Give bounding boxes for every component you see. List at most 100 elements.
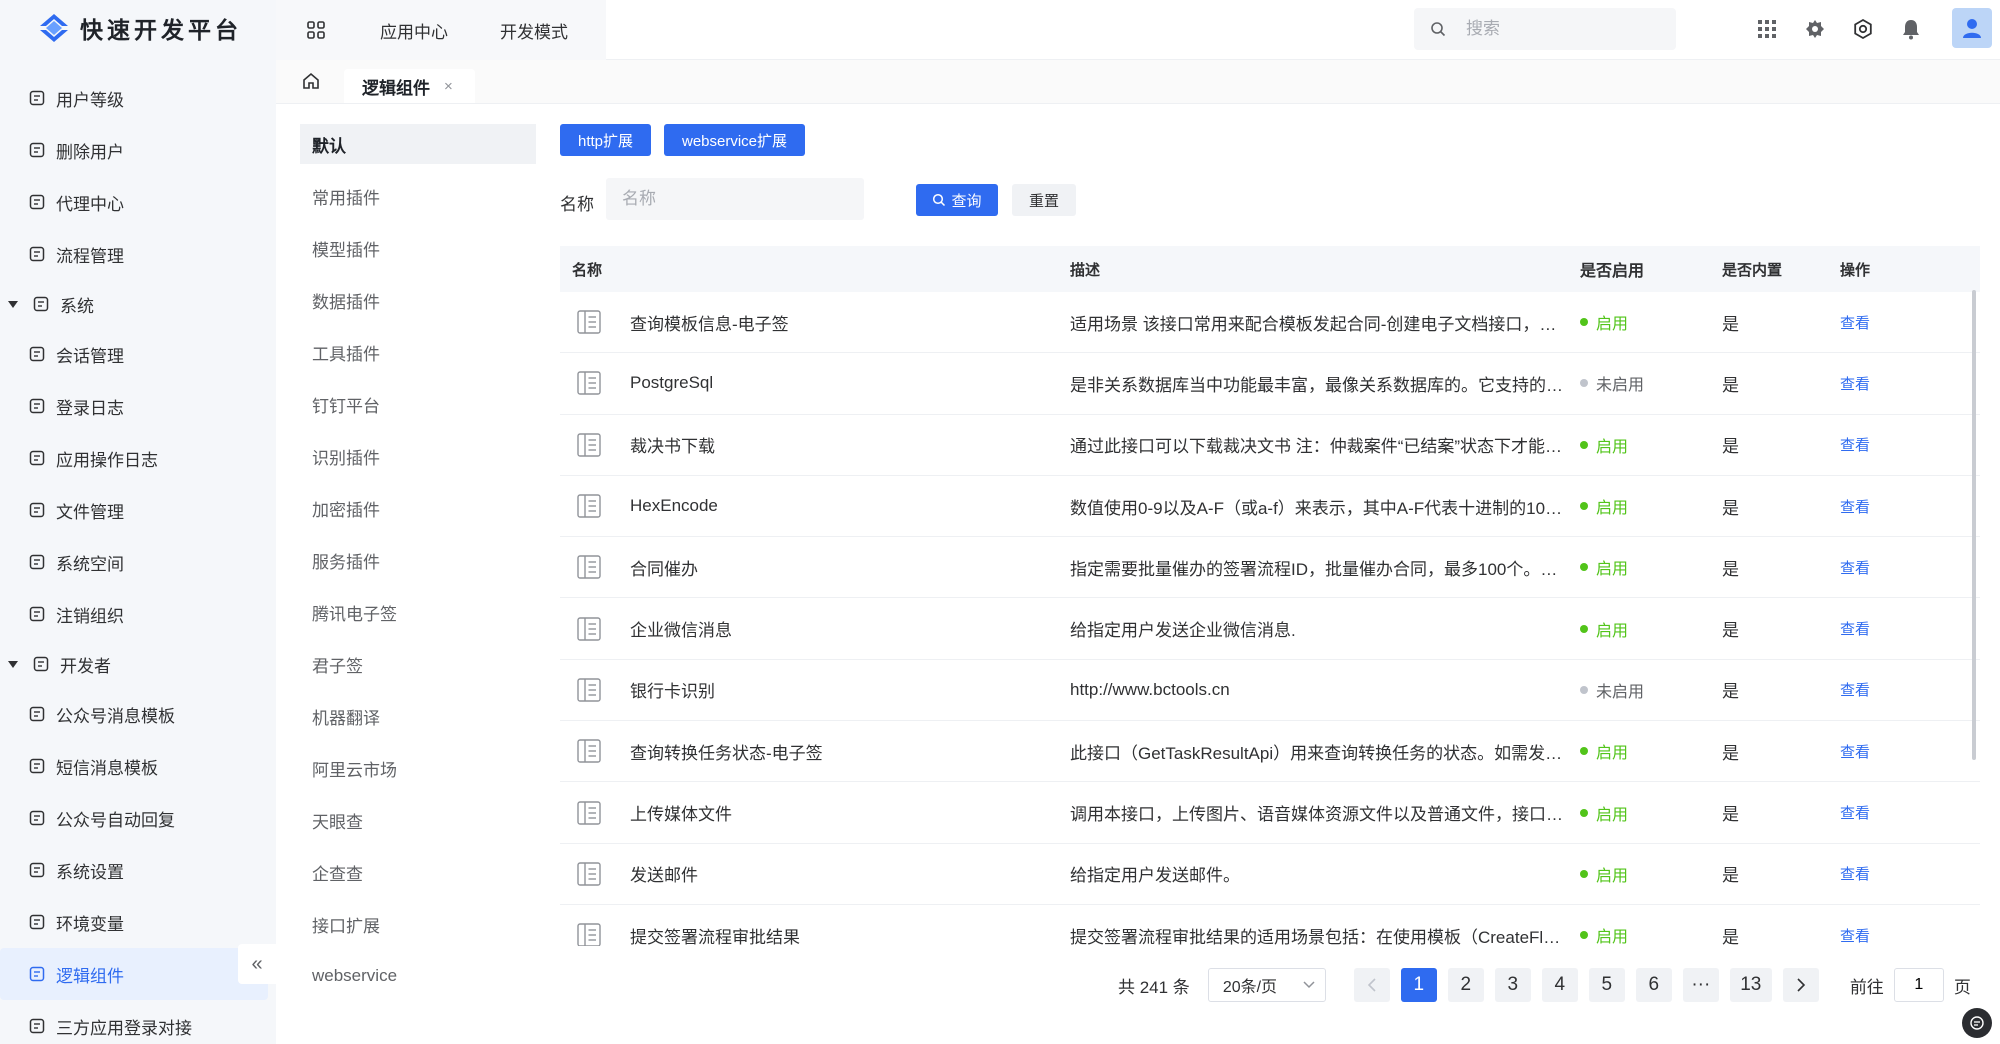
- apps-dots-icon[interactable]: [1756, 18, 1778, 40]
- page-size-select[interactable]: 20条/页: [1207, 968, 1326, 1002]
- http-extension-button[interactable]: http扩展: [560, 124, 652, 156]
- prev-page-button[interactable]: [1353, 968, 1390, 1002]
- nav-app-center[interactable]: 应用中心: [380, 18, 448, 43]
- sidebar-item-12[interactable]: 公众号消息模板: [0, 688, 276, 740]
- table-row[interactable]: 银行卡识别 http://www.bctools.cn 未启用 是 查看: [560, 660, 1980, 722]
- sidebar-item-0[interactable]: 用户等级: [0, 72, 276, 124]
- sidebar-item-8[interactable]: 文件管理: [0, 484, 276, 536]
- view-link[interactable]: 查看: [1840, 679, 1940, 700]
- global-search[interactable]: [1414, 8, 1676, 50]
- brand[interactable]: 快速开发平台: [0, 0, 276, 56]
- category-item[interactable]: 加密插件: [300, 482, 536, 534]
- sidebar-item-7[interactable]: 应用操作日志: [0, 432, 276, 484]
- home-tab[interactable]: [290, 59, 332, 103]
- sidebar-item-2[interactable]: 代理中心: [0, 176, 276, 228]
- settings-icon[interactable]: [1852, 18, 1874, 40]
- table-row[interactable]: 上传媒体文件 调用本接口，上传图片、语音媒体资源文件以及普通文件，接口返回媒体资源…: [560, 782, 1980, 844]
- search-input[interactable]: [1466, 19, 1646, 39]
- floating-assistant-button[interactable]: [1962, 1008, 1992, 1038]
- category-item[interactable]: 企查查: [300, 846, 536, 898]
- category-item[interactable]: 接口扩展: [300, 898, 536, 950]
- category-item[interactable]: 阿里云市场: [300, 742, 536, 794]
- sidebar-item-14[interactable]: 公众号自动回复: [0, 792, 276, 844]
- view-link[interactable]: 查看: [1840, 496, 1940, 517]
- category-item[interactable]: 常用插件: [300, 170, 536, 222]
- category-item[interactable]: webservice: [300, 950, 536, 1002]
- category-item[interactable]: 君子签: [300, 638, 536, 690]
- table-row[interactable]: 发送邮件 给指定用户发送邮件。 启用 是 查看: [560, 844, 1980, 905]
- caret-down-icon: [8, 660, 18, 668]
- view-link[interactable]: 查看: [1840, 373, 1940, 394]
- page-button[interactable]: 2: [1447, 968, 1484, 1002]
- status-dot: [1580, 869, 1588, 878]
- category-item[interactable]: 机器翻译: [300, 690, 536, 742]
- table-row[interactable]: 提交签署流程审批结果 提交签署流程审批结果的适用场景包括：在使用模板（Create…: [560, 905, 1980, 946]
- category-item[interactable]: 腾讯电子签: [300, 586, 536, 638]
- category-item[interactable]: 默认: [300, 124, 536, 164]
- table-row[interactable]: 裁决书下载 通过此接口可以下载裁决文书 注：仲裁案件“已结案”状态下才能下载裁决书…: [560, 415, 1980, 476]
- sidebar-item-15[interactable]: 系统设置: [0, 844, 276, 896]
- page-button[interactable]: 6: [1635, 968, 1672, 1002]
- goto-page-input[interactable]: [1893, 968, 1944, 1002]
- sidebar-item-13[interactable]: 短信消息模板: [0, 740, 276, 792]
- sidebar-item-10[interactable]: 注销组织: [0, 588, 276, 640]
- view-link[interactable]: 查看: [1840, 925, 1940, 946]
- view-link[interactable]: 查看: [1840, 618, 1940, 639]
- webservice-extension-button[interactable]: webservice扩展: [664, 124, 806, 156]
- reset-button[interactable]: 重置: [1012, 184, 1076, 216]
- sidebar-item-6[interactable]: 登录日志: [0, 380, 276, 432]
- category-item[interactable]: 数据插件: [300, 274, 536, 326]
- user-avatar[interactable]: [1952, 8, 1992, 48]
- category-item[interactable]: 识别插件: [300, 430, 536, 482]
- table-row[interactable]: 企业微信消息 给指定用户发送企业微信消息. 启用 是 查看: [560, 598, 1980, 660]
- nav-dev-mode[interactable]: 开发模式: [500, 18, 568, 43]
- tab-close-icon[interactable]: ×: [444, 78, 453, 95]
- table-row[interactable]: 查询模板信息-电子签 适用场景 该接口常用来配合模板发起合同-创建电子文档接口，作…: [560, 292, 1980, 354]
- page-button[interactable]: 13: [1729, 968, 1772, 1002]
- table-row[interactable]: 查询转换任务状态-电子签 此接口（GetTaskResultApi）用来查询转换任…: [560, 721, 1980, 783]
- name-filter-input[interactable]: [606, 178, 864, 220]
- page-button[interactable]: 3: [1494, 968, 1531, 1002]
- table-row[interactable]: HexEncode 数值使用0-9以及A-F（或a-f）来表示，其中A-F代表十进…: [560, 476, 1980, 538]
- table-row[interactable]: PostgreSql 是非关系数据库当中功能最丰富，最像关系数据库的。它支持的数据…: [560, 353, 1980, 415]
- sidebar-item-9[interactable]: 系统空间: [0, 536, 276, 588]
- view-link[interactable]: 查看: [1840, 312, 1940, 333]
- gear-icon[interactable]: [1804, 18, 1826, 40]
- name-cell: 查询转换任务状态-电子签: [560, 738, 1070, 764]
- view-link[interactable]: 查看: [1840, 557, 1940, 578]
- flow-icon: [29, 246, 45, 262]
- collapse-sidebar-button[interactable]: «: [238, 944, 276, 984]
- sidebar-item-18[interactable]: 三方应用登录对接: [0, 1000, 276, 1044]
- sidebar-item-4[interactable]: 系统: [0, 280, 276, 328]
- more-pages-button[interactable]: ···: [1682, 968, 1719, 1002]
- folder-icon: [29, 502, 45, 518]
- category-item[interactable]: 工具插件: [300, 326, 536, 378]
- sidebar-item-16[interactable]: 环境变量: [0, 896, 276, 948]
- category-item[interactable]: 服务插件: [300, 534, 536, 586]
- page-size-value: 20条/页: [1222, 979, 1278, 996]
- view-link[interactable]: 查看: [1840, 434, 1940, 455]
- sidebar-item-11[interactable]: 开发者: [0, 640, 276, 688]
- page-button[interactable]: 4: [1541, 968, 1578, 1002]
- component-desc: 数值使用0-9以及A-F（或a-f）来表示，其中A-F代表十进制的10到15: [1070, 498, 1580, 518]
- page-button[interactable]: 5: [1588, 968, 1625, 1002]
- sidebar-item-3[interactable]: 流程管理: [0, 228, 276, 280]
- view-link[interactable]: 查看: [1840, 863, 1940, 884]
- table-scrollbar[interactable]: [1972, 290, 1976, 760]
- bell-icon[interactable]: [1900, 18, 1922, 40]
- sidebar-item-5[interactable]: 会话管理: [0, 328, 276, 380]
- page-button[interactable]: 1: [1400, 968, 1437, 1002]
- next-page-button[interactable]: [1782, 968, 1819, 1002]
- category-item[interactable]: 钉钉平台: [300, 378, 536, 430]
- sidebar-item-1[interactable]: 删除用户: [0, 124, 276, 176]
- category-item[interactable]: 天眼查: [300, 794, 536, 846]
- name-cell: 提交签署流程审批结果: [560, 922, 1070, 946]
- table-row[interactable]: 合同催办 指定需要批量催办的签署流程ID，批量催办合同，最多100个。接口失败后返…: [560, 537, 1980, 599]
- view-link[interactable]: 查看: [1840, 741, 1940, 762]
- tab-logic-components[interactable]: 逻辑组件 ×: [344, 69, 475, 103]
- sidebar-item-17[interactable]: 逻辑组件: [0, 948, 268, 1000]
- app-grid-icon[interactable]: [306, 20, 326, 40]
- view-link[interactable]: 查看: [1840, 802, 1940, 823]
- category-item[interactable]: 模型插件: [300, 222, 536, 274]
- query-button[interactable]: 查询: [916, 184, 998, 216]
